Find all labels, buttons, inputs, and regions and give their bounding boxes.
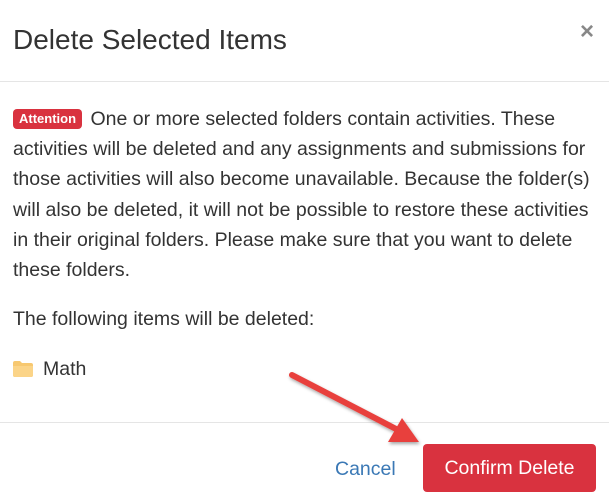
dialog-title: Delete Selected Items <box>13 24 287 55</box>
dialog-body: Attention One or more selected folders c… <box>13 104 599 380</box>
warning-text: One or more selected folders contain act… <box>13 108 590 282</box>
delete-items-dialog: Delete Selected Items × Attention One or… <box>0 0 609 502</box>
dialog-header: Delete Selected Items × <box>0 0 609 82</box>
dialog-footer: Cancel Confirm Delete <box>0 422 609 502</box>
list-item: Math <box>13 354 86 384</box>
warning-message: Attention One or more selected folders c… <box>13 104 599 285</box>
close-icon[interactable]: × <box>577 20 597 44</box>
folder-icon <box>13 361 33 378</box>
cancel-button[interactable]: Cancel <box>335 457 396 481</box>
item-name: Math <box>43 358 87 380</box>
confirm-delete-button[interactable]: Confirm Delete <box>423 444 596 492</box>
items-label: The following items will be deleted: <box>13 308 315 330</box>
attention-badge: Attention <box>13 109 83 129</box>
